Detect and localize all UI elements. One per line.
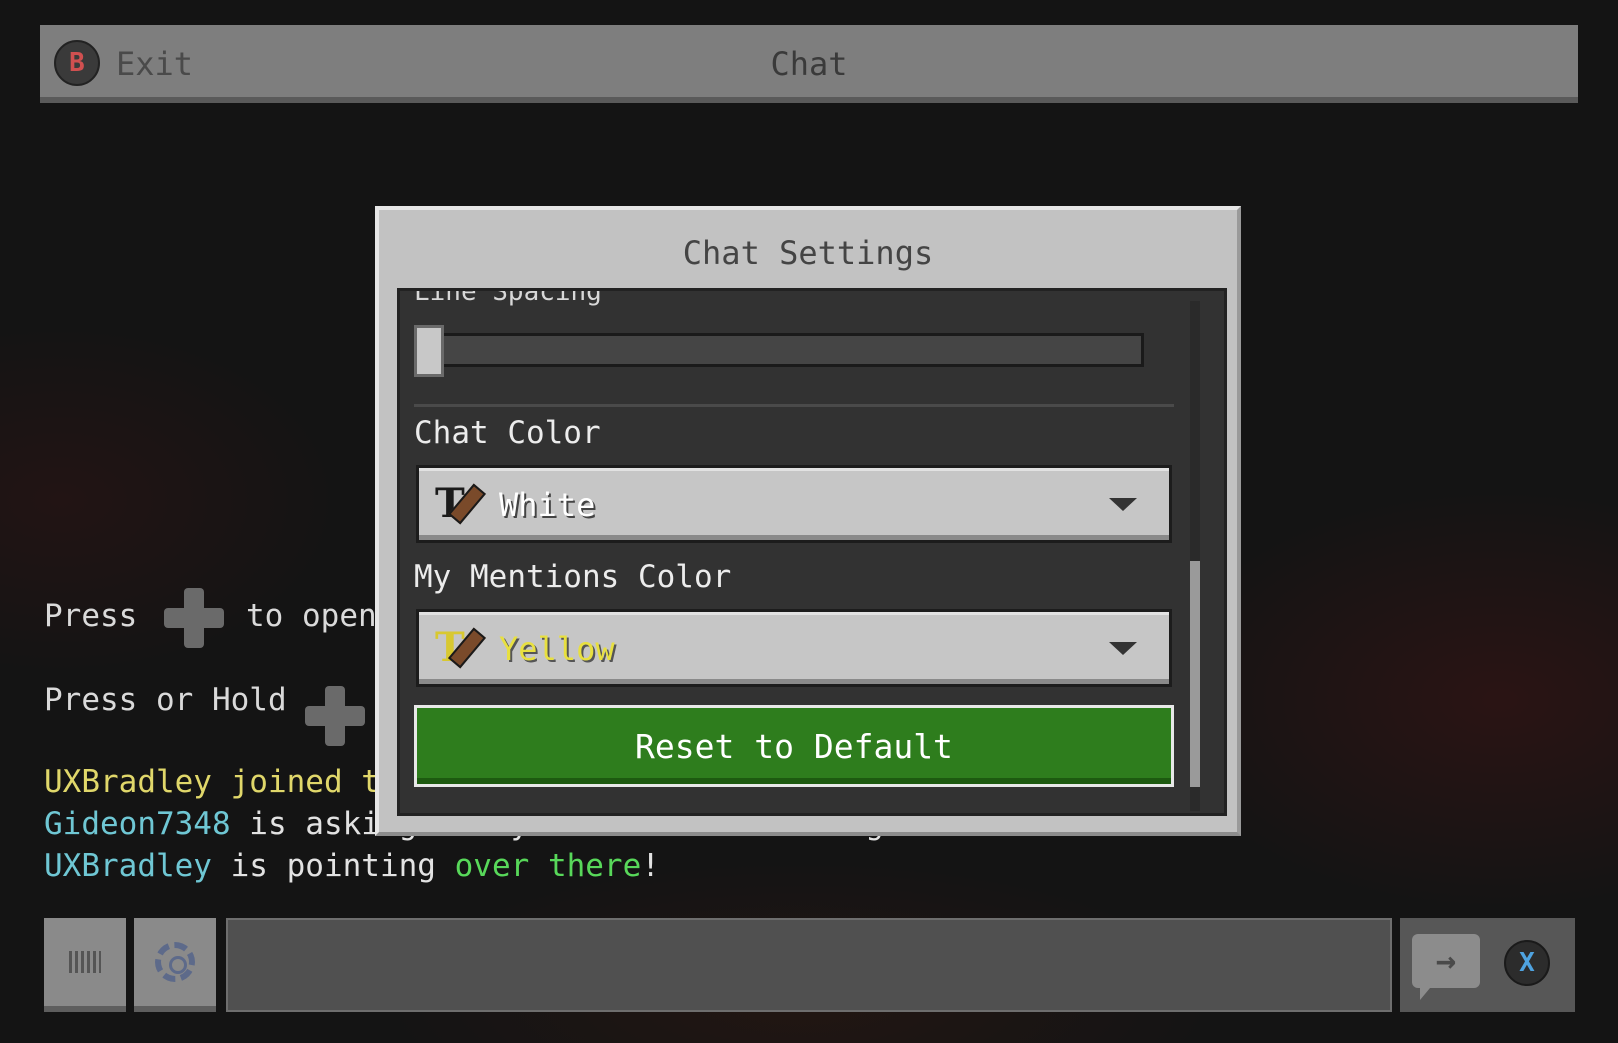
chat-text: joined t [211,764,380,800]
chat-text: ! [641,848,660,884]
chevron-down-icon [1109,642,1137,655]
x-button-icon[interactable]: X [1504,940,1550,986]
chat-input[interactable] [226,918,1392,1012]
send-area: → X [1400,918,1575,1012]
chat-message: UXBradley is pointing over there! [44,848,660,884]
send-button[interactable]: → [1412,934,1480,1000]
chat-settings-dialog: Chat Settings Line Spacing Chat Color T … [375,206,1241,836]
mentions-color-value: Yellow [499,630,615,668]
hint-open-prefix: Press [44,598,138,634]
keyboard-button[interactable] [44,918,126,1012]
chat-highlight: over there [454,848,642,884]
reset-to-default-button[interactable]: Reset to Default [414,705,1174,787]
dpad-icon [305,686,365,746]
text-brush-icon: T [435,482,489,526]
settings-button[interactable] [134,918,216,1012]
chat-text: is pointing [211,848,455,884]
slider-thumb[interactable] [414,325,444,377]
page-title: Chat [770,45,848,83]
chevron-down-icon [1109,498,1137,511]
chat-sender: UXBradley [44,848,212,884]
chat-color-dropdown[interactable]: T White [416,465,1172,543]
chat-sender: UXBradley [44,764,212,800]
mentions-color-dropdown[interactable]: T Yellow [416,609,1172,687]
mentions-color-label: My Mentions Color [414,559,732,595]
settings-scroll-panel[interactable]: Line Spacing Chat Color T White My Menti… [397,288,1227,816]
keyboard-icon [69,951,101,973]
text-brush-icon: T [435,626,489,670]
line-spacing-label: Line Spacing [414,288,602,307]
dialog-title: Chat Settings [682,234,934,272]
chat-color-value: White [499,486,596,524]
hint-hold: Press or Hold [44,682,287,718]
chat-color-label: Chat Color [414,415,601,451]
chat-message: UXBradley joined t [44,764,380,800]
dpad-icon [164,588,224,648]
chat-sender: Gideon7348 [44,806,231,842]
top-bar: B Exit Chat [40,25,1578,103]
gear-icon [155,942,195,982]
hint-open-suffix: to open [246,598,377,634]
line-spacing-slider[interactable] [424,333,1144,367]
scrollbar-thumb[interactable] [1190,561,1200,787]
divider [414,404,1174,407]
